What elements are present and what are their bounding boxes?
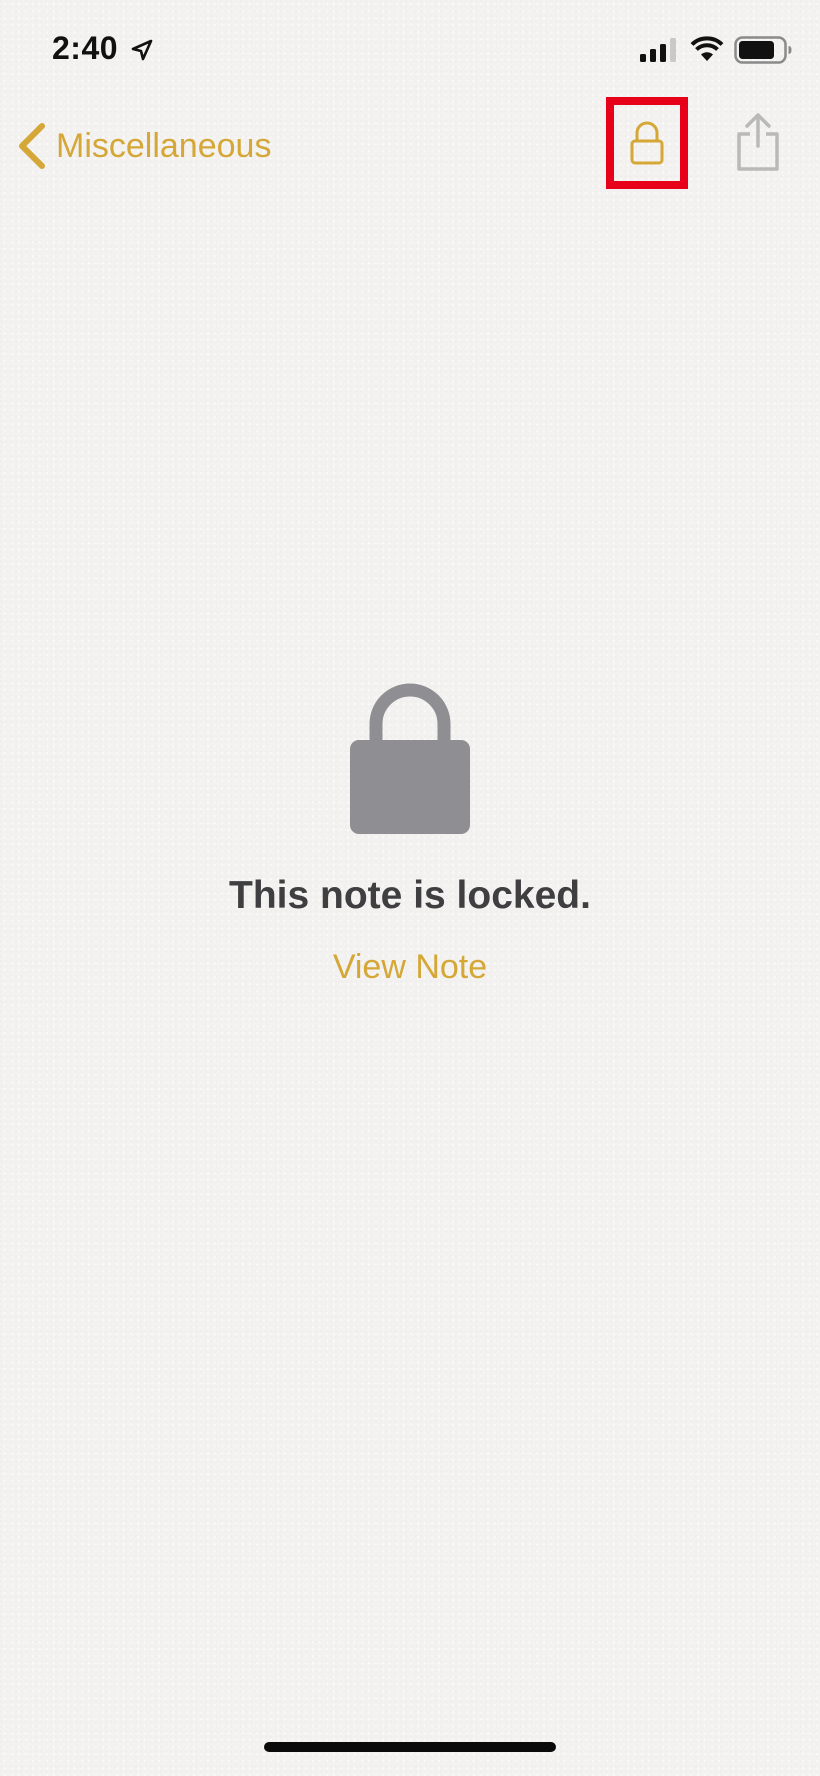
share-icon[interactable] bbox=[734, 112, 782, 172]
battery-icon bbox=[734, 36, 792, 64]
status-bar: 2:40 bbox=[0, 0, 820, 100]
cellular-signal-icon bbox=[640, 38, 676, 62]
back-button[interactable]: Miscellaneous bbox=[16, 118, 271, 174]
status-time: 2:40 bbox=[52, 30, 119, 66]
location-arrow-icon bbox=[131, 39, 153, 61]
chevron-left-icon bbox=[19, 123, 45, 169]
wifi-icon bbox=[690, 36, 724, 61]
back-button-label: Miscellaneous bbox=[56, 126, 272, 165]
lock-icon bbox=[350, 683, 470, 834]
view-note-button[interactable]: View Note bbox=[333, 948, 487, 987]
lock-open-icon bbox=[630, 121, 664, 165]
home-indicator[interactable] bbox=[264, 1742, 556, 1752]
lock-button[interactable] bbox=[606, 97, 688, 189]
locked-note-panel: This note is locked. View Note bbox=[0, 680, 820, 987]
locked-message: This note is locked. bbox=[229, 874, 591, 917]
